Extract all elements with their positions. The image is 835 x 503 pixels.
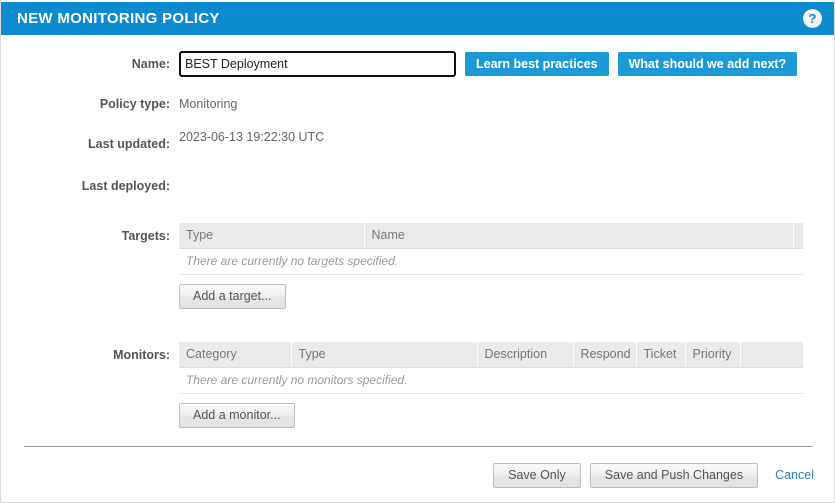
page-title: NEW MONITORING POLICY	[17, 10, 220, 27]
add-a-monitor-button[interactable]: Add a monitor...	[179, 403, 295, 428]
last-deployed-label: Last deployed:	[81, 179, 170, 193]
targets-table-header-row: Type Name	[179, 223, 803, 249]
targets-column-name[interactable]: Name	[364, 223, 794, 249]
targets-empty-message: There are currently no targets specified…	[179, 248, 803, 275]
monitors-empty-row: There are currently no monitors specifie…	[179, 367, 803, 394]
monitors-column-type[interactable]: Type	[291, 342, 478, 368]
targets-section: Type Name There are currently no targets…	[179, 223, 803, 309]
form-row-last-deployed: Last deployed:	[1, 151, 834, 193]
last-updated-value: 2023-06-13 19:22:30 UTC	[179, 130, 325, 144]
monitors-column-description[interactable]: Description	[477, 342, 574, 368]
cancel-link[interactable]: Cancel	[775, 468, 814, 482]
monitors-table: Category Type Description Respond Ticket…	[179, 342, 803, 394]
monitors-column-ticket[interactable]: Ticket	[636, 342, 686, 368]
policy-form: Name: Learn best practices What should w…	[1, 35, 834, 428]
monitors-column-spacer	[740, 342, 803, 368]
targets-label: Targets:	[121, 229, 170, 243]
targets-column-spacer	[793, 223, 803, 249]
targets-table: Type Name There are currently no targets…	[179, 223, 803, 275]
name-input[interactable]	[179, 51, 456, 77]
monitors-column-respond[interactable]: Respond	[573, 342, 637, 368]
form-row-policy-type: Policy type: Monitoring	[1, 77, 834, 111]
dialog-titlebar: NEW MONITORING POLICY ?	[1, 2, 834, 35]
monitors-label: Monitors:	[113, 348, 170, 362]
name-label: Name:	[131, 57, 170, 71]
monitors-column-priority[interactable]: Priority	[685, 342, 741, 368]
policy-type-label: Policy type:	[99, 97, 170, 111]
save-and-push-changes-button[interactable]: Save and Push Changes	[589, 462, 759, 488]
question-mark-icon[interactable]: ?	[803, 9, 822, 28]
last-updated-label: Last updated:	[88, 137, 170, 151]
monitors-empty-message: There are currently no monitors specifie…	[179, 367, 803, 394]
save-only-button[interactable]: Save Only	[493, 462, 581, 488]
form-row-name: Name: Learn best practices What should w…	[1, 35, 834, 77]
form-row-targets: Targets: Type Name There are currently n…	[1, 193, 834, 309]
monitors-table-header-row: Category Type Description Respond Ticket…	[179, 342, 803, 368]
learn-best-practices-button[interactable]: Learn best practices	[465, 52, 609, 76]
add-a-target-button[interactable]: Add a target...	[179, 284, 286, 309]
form-row-monitors: Monitors: Category Type Description Resp…	[1, 309, 834, 428]
dialog-footer: Save Only Save and Push Changes Cancel	[1, 455, 834, 495]
targets-column-type[interactable]: Type	[179, 223, 365, 249]
targets-empty-row: There are currently no targets specified…	[179, 248, 803, 275]
what-should-we-add-next-button[interactable]: What should we add next?	[617, 52, 798, 76]
form-row-last-updated: Last updated: 2023-06-13 19:22:30 UTC	[1, 111, 834, 151]
monitors-column-category[interactable]: Category	[179, 342, 292, 368]
new-monitoring-policy-dialog: NEW MONITORING POLICY ? Name: Learn best…	[0, 0, 835, 503]
policy-type-value: Monitoring	[179, 97, 238, 111]
monitors-section: Category Type Description Respond Ticket…	[179, 342, 803, 428]
footer-divider	[24, 446, 813, 447]
